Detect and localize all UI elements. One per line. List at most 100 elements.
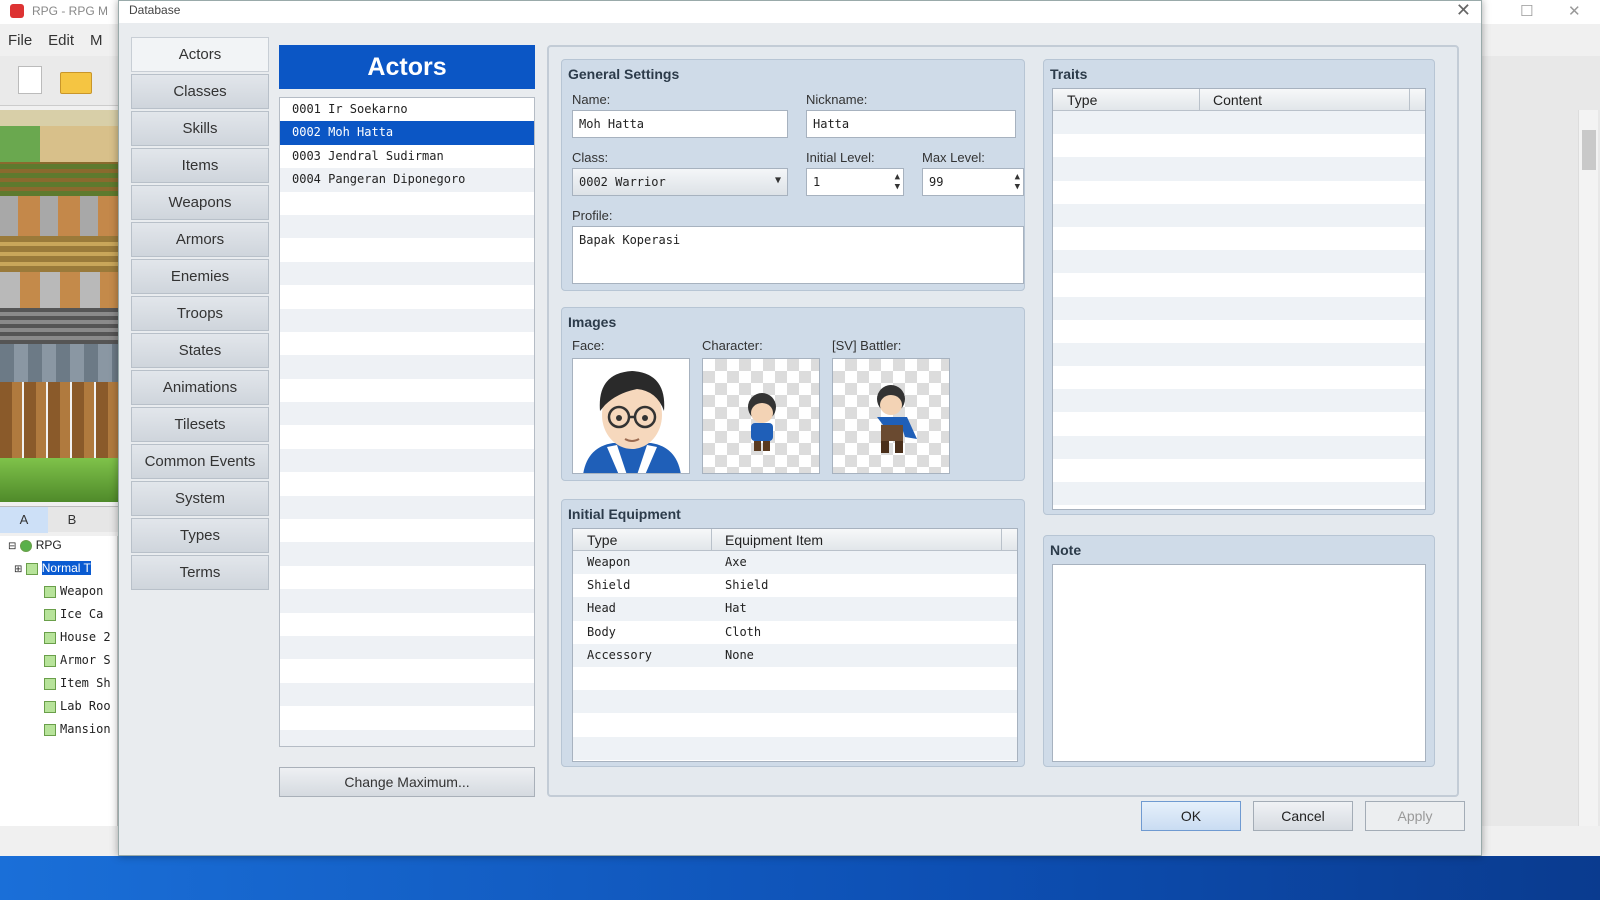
spinner-arrows-icon[interactable]: ▲ ▼	[1015, 172, 1020, 192]
category-armors[interactable]: Armors	[131, 222, 269, 257]
category-troops[interactable]: Troops	[131, 296, 269, 331]
category-actors[interactable]: Actors	[131, 37, 269, 72]
empty-row[interactable]	[1053, 389, 1425, 413]
empty-row[interactable]	[280, 682, 534, 707]
empty-row[interactable]	[280, 635, 534, 660]
category-states[interactable]: States	[131, 333, 269, 368]
initial-level-stepper[interactable]: 1 ▲ ▼	[806, 168, 904, 196]
empty-row[interactable]	[280, 285, 534, 308]
character-image[interactable]	[702, 358, 820, 474]
empty-row[interactable]	[573, 736, 1017, 760]
category-items[interactable]: Items	[131, 148, 269, 183]
map-tree-item[interactable]: Ice Ca	[0, 607, 118, 629]
maximize-icon[interactable]: ☐	[1520, 2, 1533, 20]
table-row[interactable]: Head Hat	[573, 597, 1017, 621]
empty-row[interactable]	[1053, 412, 1425, 435]
note-textarea[interactable]	[1052, 564, 1426, 762]
category-enemies[interactable]: Enemies	[131, 259, 269, 294]
category-system[interactable]: System	[131, 481, 269, 516]
empty-row[interactable]	[280, 425, 534, 448]
profile-textarea[interactable]: Bapak Koperasi	[572, 226, 1024, 284]
change-maximum-button[interactable]: Change Maximum...	[279, 767, 535, 797]
empty-row[interactable]	[280, 613, 534, 636]
empty-row[interactable]	[280, 308, 534, 332]
empty-row[interactable]	[1053, 366, 1425, 389]
column-type[interactable]: Type	[1067, 92, 1097, 108]
menu-edit[interactable]: Edit	[40, 28, 82, 53]
empty-row[interactable]	[1053, 227, 1425, 250]
apply-button[interactable]: Apply	[1365, 801, 1465, 831]
max-level-stepper[interactable]: 99 ▲ ▼	[922, 168, 1024, 196]
dialog-close-icon[interactable]: ✕	[1456, 0, 1471, 21]
actor-row[interactable]: 0001 Ir Soekarno	[280, 98, 534, 121]
empty-row[interactable]	[1053, 296, 1425, 320]
empty-row[interactable]	[280, 542, 534, 566]
tileset-palette[interactable]	[0, 110, 118, 502]
battler-image[interactable]	[832, 358, 950, 474]
empty-row[interactable]	[1053, 203, 1425, 227]
map-tree-item[interactable]: ⊟ RPG	[0, 538, 118, 560]
column-content[interactable]: Content	[1213, 92, 1262, 108]
empty-row[interactable]	[280, 402, 534, 426]
empty-row[interactable]	[1053, 111, 1425, 135]
empty-row[interactable]	[280, 355, 534, 379]
actor-row[interactable]: 0003 Jendral Sudirman	[280, 145, 534, 168]
empty-row[interactable]	[280, 192, 534, 215]
face-image[interactable]	[572, 358, 690, 474]
category-classes[interactable]: Classes	[131, 74, 269, 109]
map-tree-item[interactable]: Armor S	[0, 653, 118, 675]
ok-button[interactable]: OK	[1141, 801, 1241, 831]
empty-row[interactable]	[280, 729, 534, 746]
table-row[interactable]: Weapon Axe	[573, 551, 1017, 575]
empty-row[interactable]	[1053, 273, 1425, 296]
equipment-table[interactable]: Type Equipment Item Weapon Axe Shield Shie…	[572, 528, 1018, 762]
category-weapons[interactable]: Weapons	[131, 185, 269, 220]
empty-row[interactable]	[280, 214, 534, 239]
category-tilesets[interactable]: Tilesets	[131, 407, 269, 442]
category-skills[interactable]: Skills	[131, 111, 269, 146]
empty-row[interactable]	[280, 332, 534, 355]
empty-row[interactable]	[280, 589, 534, 613]
empty-row[interactable]	[280, 448, 534, 473]
column-type[interactable]: Type	[587, 532, 617, 548]
actor-row-selected[interactable]: 0002 Moh Hatta	[280, 121, 534, 145]
empty-row[interactable]	[1053, 157, 1425, 181]
empty-row[interactable]	[280, 659, 534, 682]
scrollbar-thumb[interactable]	[1582, 130, 1596, 170]
cancel-button[interactable]: Cancel	[1253, 801, 1353, 831]
tileset-tab-b[interactable]: B	[48, 507, 96, 527]
map-tree-item[interactable]: Weapon	[0, 584, 118, 606]
map-tree-item[interactable]: House 2	[0, 630, 118, 652]
category-types[interactable]: Types	[131, 518, 269, 553]
open-folder-icon[interactable]	[60, 72, 92, 94]
menu-mode[interactable]: M	[82, 28, 111, 53]
empty-row[interactable]	[280, 261, 534, 286]
empty-row[interactable]	[1053, 250, 1425, 274]
empty-row[interactable]	[280, 519, 534, 542]
nickname-field[interactable]: Hatta	[806, 110, 1016, 138]
empty-row[interactable]	[1053, 181, 1425, 204]
empty-row[interactable]	[1053, 134, 1425, 157]
map-tree-item[interactable]: ⊞ Normal T	[0, 561, 118, 583]
category-animations[interactable]: Animations	[131, 370, 269, 405]
table-row[interactable]: Shield Shield	[573, 574, 1017, 597]
empty-row[interactable]	[280, 495, 534, 520]
empty-row[interactable]	[280, 238, 534, 261]
new-project-icon[interactable]	[18, 66, 42, 94]
map-tree-item[interactable]: Mansion	[0, 722, 118, 744]
empty-row[interactable]	[1053, 459, 1425, 482]
empty-row[interactable]	[573, 713, 1017, 736]
actor-list[interactable]: 0001 Ir Soekarno 0002 Moh Hatta 0003 Jen…	[279, 97, 535, 747]
empty-row[interactable]	[573, 667, 1017, 690]
menu-file[interactable]: File	[0, 28, 40, 53]
map-tree-item[interactable]: Lab Roo	[0, 699, 118, 721]
empty-row[interactable]	[1053, 342, 1425, 367]
category-common-events[interactable]: Common Events	[131, 444, 269, 479]
column-equipment-item[interactable]: Equipment Item	[725, 532, 823, 548]
traits-table[interactable]: Type Content	[1052, 88, 1426, 510]
actor-row[interactable]: 0004 Pangeran Diponegoro	[280, 168, 534, 192]
vertical-scrollbar[interactable]	[1578, 110, 1598, 826]
spinner-arrows-icon[interactable]: ▲ ▼	[895, 172, 900, 192]
tileset-tab-a[interactable]: A	[0, 507, 48, 533]
close-icon[interactable]: ✕	[1568, 2, 1581, 20]
